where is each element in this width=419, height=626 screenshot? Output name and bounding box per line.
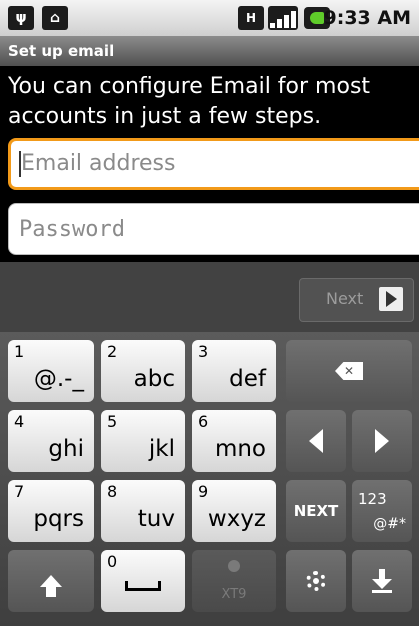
- key-label: mno: [214, 436, 266, 462]
- symbols-key-bottom: @#*: [373, 516, 406, 532]
- button-bar: Next: [0, 262, 419, 332]
- shift-key[interactable]: [8, 550, 94, 612]
- intro-text: You can configure Email for most account…: [8, 74, 371, 129]
- key-label: ghi: [48, 436, 84, 462]
- xt9-key[interactable]: XT9: [192, 550, 276, 612]
- gear-icon: [306, 571, 326, 591]
- key-1[interactable]: 1 @.-_: [8, 340, 94, 402]
- key-number: 5: [107, 412, 118, 431]
- password-placeholder: Password: [19, 217, 125, 242]
- key-label: wxyz: [207, 506, 266, 532]
- next-key-label: NEXT: [293, 502, 339, 520]
- key-number: 2: [107, 342, 118, 361]
- key-7[interactable]: 7 pqrs: [8, 480, 94, 542]
- page-title: Set up email: [0, 36, 419, 66]
- delete-key[interactable]: ✕: [286, 340, 412, 402]
- usb-icon: ψ: [8, 6, 34, 30]
- key-label: def: [229, 366, 266, 392]
- key-label: abc: [133, 366, 175, 392]
- key-4[interactable]: 4 ghi: [8, 410, 94, 472]
- key-number: 3: [198, 342, 209, 361]
- key-2[interactable]: 2 abc: [101, 340, 185, 402]
- next-key[interactable]: NEXT: [286, 480, 346, 542]
- key-label: @.-_: [33, 366, 84, 392]
- key-number: 7: [14, 482, 25, 501]
- arrow-left-icon: [309, 429, 323, 453]
- status-time: 9:33 AM: [323, 7, 412, 29]
- signal-icon: [268, 6, 298, 30]
- next-button[interactable]: Next: [299, 278, 414, 322]
- key-number: 1: [14, 342, 25, 361]
- next-button-label: Next: [326, 289, 364, 308]
- xt9-label: XT9: [221, 587, 247, 602]
- next-arrow-icon: [379, 287, 403, 311]
- key-number: 4: [14, 412, 25, 431]
- key-label: jkl: [148, 436, 175, 462]
- right-arrow-key[interactable]: [352, 410, 412, 472]
- password-field[interactable]: Password: [8, 203, 419, 255]
- backspace-icon: ✕: [335, 362, 363, 380]
- key-6[interactable]: 6 mno: [192, 410, 276, 472]
- space-icon: [125, 581, 161, 591]
- key-5[interactable]: 5 jkl: [101, 410, 185, 472]
- email-placeholder: Email address: [21, 151, 176, 176]
- shift-icon: [40, 575, 62, 597]
- key-9[interactable]: 9 wxyz: [192, 480, 276, 542]
- key-8[interactable]: 8 tuv: [101, 480, 185, 542]
- status-bar: ψ ⌂ H 9:33 AM: [0, 0, 419, 36]
- key-number: 8: [107, 482, 118, 501]
- android-icon: ⌂: [42, 6, 68, 30]
- space-key[interactable]: 0: [101, 550, 185, 612]
- email-field[interactable]: Email address: [8, 138, 419, 190]
- key-label: tuv: [137, 506, 175, 532]
- mic-dot-icon: [228, 560, 240, 572]
- symbols-key-top: 123: [358, 490, 387, 508]
- hplus-network-icon: H: [238, 6, 264, 30]
- soft-keyboard: 1 @.-_ 2 abc 3 def ✕ 4 ghi 5 jkl 6 mno 7…: [0, 332, 419, 626]
- hide-keyboard-key[interactable]: [352, 550, 412, 612]
- settings-key[interactable]: [286, 550, 346, 612]
- key-number: 6: [198, 412, 209, 431]
- arrow-right-icon: [375, 429, 389, 453]
- key-3[interactable]: 3 def: [192, 340, 276, 402]
- key-number: 9: [198, 482, 209, 501]
- symbols-key[interactable]: 123 @#*: [352, 480, 412, 542]
- key-label: pqrs: [33, 506, 84, 532]
- left-arrow-key[interactable]: [286, 410, 346, 472]
- hide-keyboard-icon: [372, 569, 392, 593]
